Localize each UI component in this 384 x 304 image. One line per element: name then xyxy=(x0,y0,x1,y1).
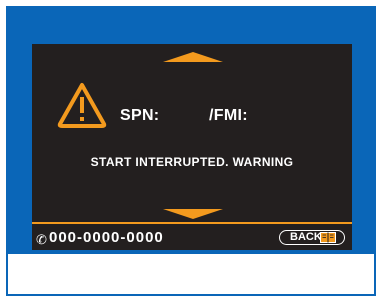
service-phone-number: 000-0000-0000 xyxy=(49,229,164,246)
display-frame: SPN: /FMI: START INTERRUPTED. WARNING ✆ … xyxy=(6,6,376,296)
spn-label: SPN: xyxy=(120,107,160,124)
arrow-down-icon[interactable] xyxy=(163,209,223,219)
fmi-label: /FMI: xyxy=(209,107,248,124)
warning-message: START INTERRUPTED. WARNING xyxy=(90,155,294,169)
phone-icon: ✆ xyxy=(36,232,47,247)
warning-screen: SPN: /FMI: START INTERRUPTED. WARNING ✆ … xyxy=(32,44,352,250)
arrow-up-icon[interactable] xyxy=(163,52,223,62)
back-button[interactable]: BACK xyxy=(279,230,345,245)
back-button-label: BACK xyxy=(290,231,322,243)
warning-triangle-icon xyxy=(57,83,107,128)
divider xyxy=(32,222,352,224)
book-icon xyxy=(320,232,336,243)
